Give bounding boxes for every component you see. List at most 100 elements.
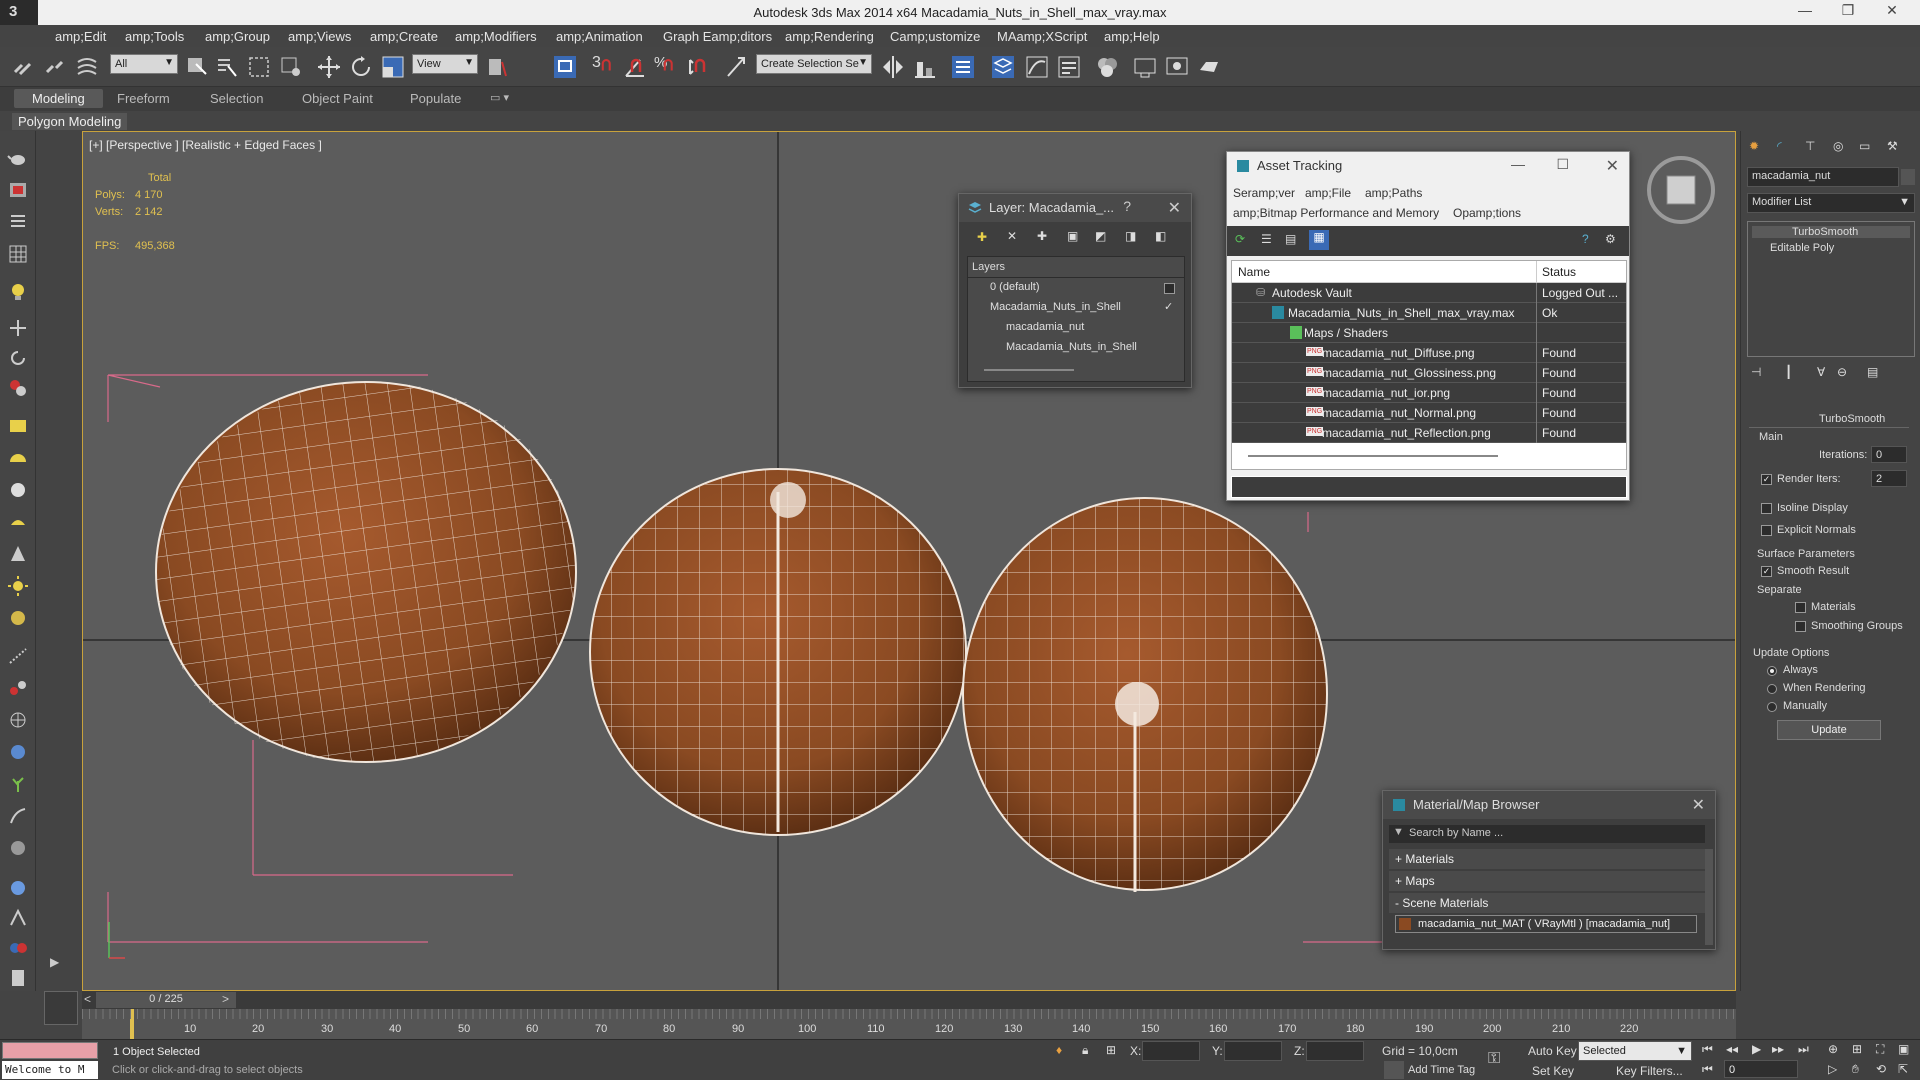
select-and-link-icon[interactable] bbox=[10, 54, 36, 80]
particles-icon[interactable] bbox=[7, 645, 29, 667]
align-icon[interactable] bbox=[912, 54, 938, 80]
select-and-scale-icon[interactable] bbox=[380, 54, 406, 80]
isoline-checkbox[interactable] bbox=[1761, 503, 1772, 514]
go-to-start-icon[interactable]: ⏮ bbox=[1702, 1042, 1713, 1057]
refresh-icon[interactable]: ⟳ bbox=[1235, 232, 1245, 246]
asset-minimize-button[interactable]: — bbox=[1511, 156, 1525, 172]
teapot-object-icon[interactable] bbox=[7, 511, 29, 533]
delete-layer-icon[interactable]: ✕ bbox=[1007, 229, 1017, 243]
select-and-move-icon[interactable] bbox=[316, 54, 342, 80]
vault-help-icon[interactable]: ⚙ bbox=[1605, 232, 1616, 246]
render-iters-spinner[interactable]: 2 bbox=[1871, 470, 1907, 487]
y-coordinate-field[interactable] bbox=[1224, 1041, 1282, 1061]
edit-named-selection-icon[interactable] bbox=[724, 54, 750, 80]
asset-menu-paths[interactable]: amp;Paths bbox=[1365, 186, 1422, 200]
light-icon[interactable] bbox=[7, 281, 29, 303]
key-mode-icon[interactable]: ⏮ bbox=[1702, 1062, 1713, 1077]
angle-snap-icon[interactable] bbox=[622, 54, 648, 80]
group-scene-materials[interactable]: - Scene Materials bbox=[1389, 893, 1705, 913]
add-to-layer-icon[interactable]: ✚ bbox=[1037, 229, 1047, 243]
restore-button[interactable]: ❐ bbox=[1828, 2, 1868, 22]
render-production-icon[interactable] bbox=[1196, 54, 1222, 80]
zoom-extents-icon[interactable]: ⛶ bbox=[1876, 1042, 1884, 1057]
zoom-icon[interactable]: ⊕ bbox=[1828, 1042, 1838, 1056]
set-key-icon[interactable]: ⚿ bbox=[1488, 1050, 1500, 1068]
key-filters-button[interactable]: Key Filters... bbox=[1616, 1064, 1683, 1078]
group-materials[interactable]: + Materials bbox=[1389, 849, 1705, 869]
hide-all-icon[interactable]: ◨ bbox=[1125, 229, 1136, 243]
minimize-button[interactable]: — bbox=[1785, 2, 1825, 22]
transform-icon[interactable] bbox=[7, 317, 29, 339]
box-icon[interactable] bbox=[7, 415, 29, 437]
table-row[interactable]: macadamia_nut_Glossiness.png Found bbox=[1232, 363, 1626, 383]
x-coordinate-field[interactable] bbox=[1142, 1041, 1200, 1061]
group-maps[interactable]: + Maps bbox=[1389, 871, 1705, 891]
help-icon[interactable]: ? bbox=[1582, 232, 1589, 246]
utilities-tab-icon[interactable]: ⚒ bbox=[1887, 139, 1898, 153]
previous-frame-icon[interactable]: ◂◂ bbox=[1726, 1042, 1738, 1056]
layer-explorer-icon[interactable] bbox=[990, 54, 1016, 80]
table-row[interactable]: Macadamia_Nuts_in_Shell_max_vray.max Ok bbox=[1232, 303, 1626, 323]
iterations-spinner[interactable]: 0 bbox=[1871, 446, 1907, 463]
time-next-button[interactable]: > bbox=[222, 992, 229, 1006]
asset-scrollbar[interactable] bbox=[1248, 455, 1498, 457]
asset-menu-bitmap[interactable]: amp;Bitmap Performance and Memory bbox=[1233, 206, 1439, 220]
tab-freeform[interactable]: Freeform bbox=[117, 91, 170, 106]
add-time-tag[interactable]: Add Time Tag bbox=[1408, 1064, 1475, 1076]
object-color-swatch[interactable] bbox=[1901, 169, 1915, 185]
maximize-viewport-icon[interactable]: ▣ bbox=[1898, 1042, 1909, 1056]
asset-maximize-button[interactable]: ☐ bbox=[1556, 156, 1569, 173]
menu-modifiers[interactable]: amp;Modifiers bbox=[455, 29, 537, 44]
asset-menu-options[interactable]: Opamp;tions bbox=[1453, 206, 1521, 220]
object-name-field[interactable]: macadamia_nut bbox=[1747, 167, 1899, 187]
percent-snap-icon[interactable]: % bbox=[654, 54, 680, 80]
hierarchy-tab-icon[interactable]: ⊤ bbox=[1805, 139, 1815, 153]
document-icon[interactable] bbox=[7, 967, 29, 989]
menu-create[interactable]: amp;Create bbox=[370, 29, 438, 44]
menu-group[interactable]: amp;Group bbox=[205, 29, 270, 44]
table-row[interactable]: macadamia_nut_ior.png Found bbox=[1232, 383, 1626, 403]
layer-row[interactable]: Macadamia_Nuts_in_Shell bbox=[990, 301, 1121, 313]
search-options-icon[interactable]: ▼ bbox=[1393, 826, 1404, 838]
materials-checkbox[interactable] bbox=[1795, 602, 1806, 613]
rendered-frame-window-icon[interactable] bbox=[1164, 54, 1190, 80]
turbosmooth-rollout-title[interactable]: TurboSmooth bbox=[1819, 413, 1885, 425]
make-unique-icon[interactable]: ∀ bbox=[1817, 365, 1825, 379]
key-mode-dropdown[interactable]: Selected ▼ bbox=[1578, 1041, 1692, 1061]
layer-row[interactable]: 0 (default) bbox=[990, 281, 1040, 293]
select-and-rotate-icon[interactable] bbox=[348, 54, 374, 80]
list-icon[interactable] bbox=[7, 211, 29, 233]
list-view-icon[interactable]: ☰ bbox=[1261, 232, 1272, 246]
teapot-icon[interactable] bbox=[7, 147, 29, 169]
tab-modeling[interactable]: Modeling bbox=[14, 89, 103, 108]
play-icon[interactable]: ▶ bbox=[1752, 1042, 1761, 1056]
nut-right[interactable] bbox=[962, 497, 1328, 892]
create-layer-icon[interactable]: ✚ bbox=[977, 230, 987, 244]
motion-tab-icon[interactable]: ◎ bbox=[1833, 139, 1843, 153]
molecule-icon[interactable] bbox=[7, 677, 29, 699]
render-iters-checkbox[interactable]: ✓ bbox=[1761, 474, 1772, 485]
auto-key-button[interactable]: Auto Key bbox=[1528, 1044, 1577, 1058]
material-browser-close-icon[interactable]: ✕ bbox=[1692, 795, 1705, 815]
layer-window[interactable]: Layer: Macadamia_... ? ✕ ✚ ✕ ✚ ▣ ◩ ◨ ◧ L… bbox=[958, 193, 1192, 388]
asset-window-titlebar[interactable]: Asset Tracking — ☐ ✕ bbox=[1227, 152, 1629, 180]
tab-selection[interactable]: Selection bbox=[210, 91, 263, 106]
layer-active-check-icon[interactable]: ✓ bbox=[1164, 300, 1173, 313]
menu-animation[interactable]: amp;Animation bbox=[556, 29, 643, 44]
explicit-normals-checkbox[interactable] bbox=[1761, 525, 1772, 536]
rectangular-selection-icon[interactable] bbox=[246, 54, 272, 80]
menu-views[interactable]: amp;Views bbox=[288, 29, 351, 44]
set-key-button[interactable]: Set Key bbox=[1532, 1064, 1574, 1078]
curve-editor-icon[interactable] bbox=[1024, 54, 1050, 80]
sphere-icon[interactable] bbox=[7, 479, 29, 501]
zoom-all-icon[interactable]: ⊞ bbox=[1852, 1042, 1862, 1056]
search-input[interactable]: Search by Name ... bbox=[1409, 827, 1503, 839]
menu-edit[interactable]: amp;Edit bbox=[55, 29, 106, 44]
modify-tab-icon[interactable]: ◜ bbox=[1777, 139, 1782, 153]
globe-icon[interactable] bbox=[7, 741, 29, 763]
thumbnail-view-icon[interactable]: ▤ bbox=[1285, 232, 1296, 246]
table-row[interactable]: Autodesk Vault Logged Out ... bbox=[1232, 283, 1626, 303]
material-item[interactable]: macadamia_nut_MAT ( VRayMtl ) [macadamia… bbox=[1395, 915, 1697, 933]
show-end-result-icon[interactable]: ┃ bbox=[1785, 365, 1792, 379]
layer-help-button[interactable]: ? bbox=[1123, 198, 1131, 214]
